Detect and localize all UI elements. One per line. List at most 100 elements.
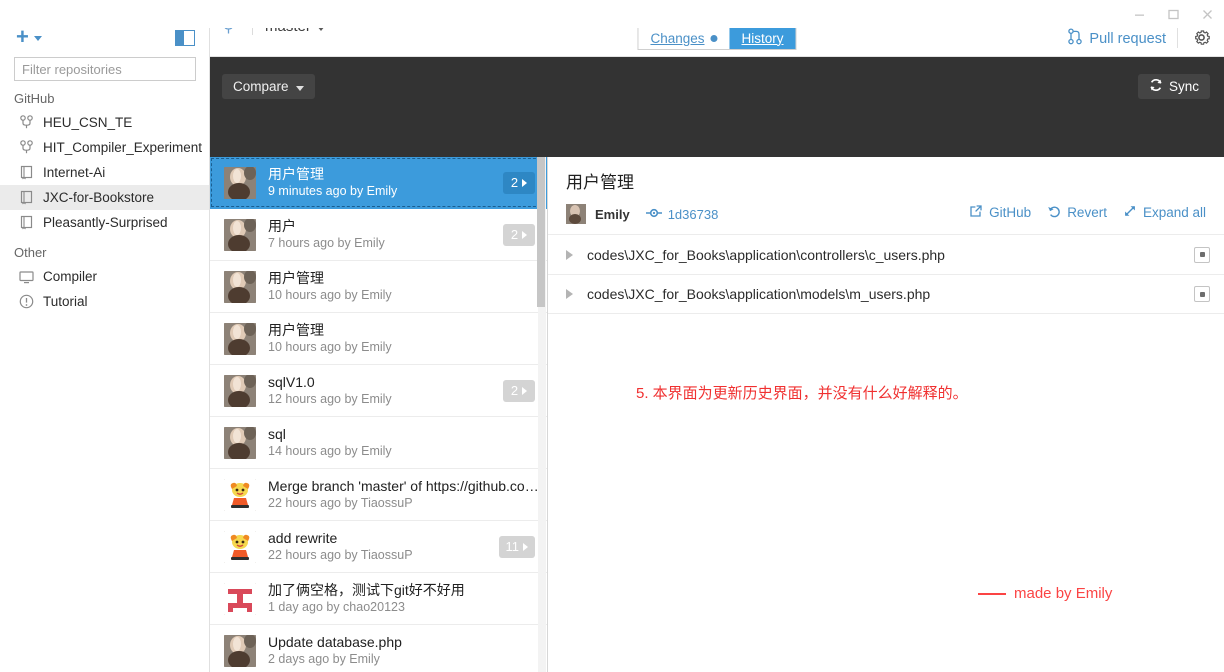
commit-list-item[interactable]: 加了俩空格，测试下git好不好用 1 day ago by chao20123: [210, 573, 547, 625]
sync-icon: [1149, 78, 1163, 95]
avatar: [224, 218, 256, 251]
commit-summary: 用户管理: [268, 322, 324, 338]
maximize-icon[interactable]: [1156, 0, 1190, 28]
repo-icon: [18, 214, 35, 231]
tab-changes[interactable]: Changes: [638, 27, 730, 49]
plus-icon: +: [16, 24, 29, 49]
chevron-right-icon: [522, 178, 528, 187]
sidebar-item-compiler[interactable]: Compiler: [0, 264, 209, 289]
sidebar-item-internet-ai[interactable]: Internet-Ai: [0, 160, 209, 185]
changes-indicator-dot: [710, 34, 718, 42]
commit-summary: 用户管理: [268, 166, 324, 182]
changed-files-badge[interactable]: 2: [503, 379, 535, 402]
external-link-icon: [969, 204, 983, 221]
add-repository-button[interactable]: +: [16, 24, 42, 49]
changed-files-count: 2: [510, 383, 519, 398]
commit-list-item[interactable]: 用户 7 hours ago by Emily 2: [210, 209, 547, 261]
revert-label: Revert: [1067, 205, 1107, 220]
pull-request-button[interactable]: Pull request: [1068, 28, 1166, 49]
changed-file-row[interactable]: codes\JXC_for_Books\application\controll…: [548, 234, 1224, 274]
avatar: [224, 634, 256, 667]
commit-list[interactable]: 用户管理 9 minutes ago by Emily 2 用户 7 hours ago…: [210, 157, 548, 672]
commit-list-scrollbar-thumb[interactable]: [537, 157, 545, 307]
commit-text: 用户管理 9 minutes ago by Emily: [268, 165, 503, 200]
revert-icon: [1047, 204, 1061, 221]
commit-list-scrollbar-track[interactable]: [537, 157, 546, 672]
file-options-button[interactable]: [1194, 246, 1210, 263]
sidebar-item-tutorial[interactable]: Tutorial: [0, 289, 209, 314]
avatar: [224, 582, 256, 615]
changed-files-badge[interactable]: 2: [503, 223, 535, 246]
sidebar-item-jxc-for-bookstore[interactable]: JXC-for-Bookstore: [0, 185, 209, 210]
commit-text: 用户管理 10 hours ago by Emily: [268, 321, 547, 356]
file-options-button[interactable]: [1194, 286, 1210, 302]
expand-all-button[interactable]: Expand all: [1123, 204, 1206, 221]
commit-summary: add rewrite: [268, 530, 338, 546]
chevron-right-icon: [522, 230, 528, 239]
commit-list-item[interactable]: Update database.php 2 days ago by Emily: [210, 625, 547, 672]
pull-request-label: Pull request: [1089, 30, 1166, 47]
commit-detail-header: 用户管理 Emily 1d36738 GitHub Revert Expand …: [548, 157, 1224, 234]
sidebar-item-label: Compiler: [43, 269, 98, 284]
avatar: [224, 374, 256, 407]
commit-text: sql 14 hours ago by Emily: [268, 425, 547, 460]
commit-list-item[interactable]: sql 14 hours ago by Emily: [210, 417, 547, 469]
filter-repositories-input[interactable]: [14, 57, 196, 81]
sidebar-item-label: Tutorial: [43, 294, 88, 309]
title-bar: [0, 0, 1224, 28]
sidebar-item-heu-csn-te[interactable]: HEU_CSN_TE: [0, 110, 209, 135]
revert-button[interactable]: Revert: [1047, 204, 1107, 221]
filter-repositories-wrap: [0, 57, 209, 81]
github-link-label: GitHub: [989, 205, 1032, 220]
sync-button[interactable]: Sync: [1137, 74, 1210, 99]
chevron-right-icon[interactable]: [566, 249, 573, 260]
sidebar-item-pleasantly-surprised[interactable]: Pleasantly-Surprised: [0, 210, 209, 235]
repo-icon: [18, 189, 35, 206]
avatar: [224, 426, 256, 459]
gear-icon[interactable]: [1192, 28, 1212, 48]
commit-meta: 12 hours ago by Emily: [268, 392, 392, 406]
commit-list-item[interactable]: add rewrite 22 hours ago by TiaossuP 11: [210, 521, 547, 573]
monitor-icon: [18, 268, 35, 285]
commit-text: Update database.php 2 days ago by Emily: [268, 633, 547, 668]
commit-meta: 2 days ago by Emily: [268, 652, 380, 666]
chevron-down-icon: [33, 36, 42, 41]
branch-icon: [18, 139, 35, 156]
commit-meta: 22 hours ago by TiaossuP: [268, 496, 413, 510]
annotation-signature: made by Emily: [978, 585, 1112, 602]
changed-file-row[interactable]: codes\JXC_for_Books\application\models\m…: [548, 274, 1224, 314]
close-icon[interactable]: [1190, 0, 1224, 28]
commit-hash-label: 1d36738: [667, 206, 719, 222]
commit-text: 用户 7 hours ago by Emily: [268, 217, 503, 252]
signature-dash: [978, 592, 1006, 595]
github-link[interactable]: GitHub: [969, 204, 1031, 221]
sidebar-item-label: HIT_Compiler_Experiment: [43, 140, 203, 155]
tab-history[interactable]: History: [729, 27, 796, 49]
commit-text: Merge branch 'master' of https://github.…: [268, 477, 547, 512]
chevron-right-icon[interactable]: [566, 289, 573, 299]
changed-files-badge[interactable]: 11: [498, 535, 535, 558]
chevron-right-icon: [523, 542, 528, 551]
sidebar-item-label: Internet-Ai: [43, 165, 106, 180]
repo-group-label-github: GitHub: [14, 91, 55, 106]
minimize-icon[interactable]: [1122, 0, 1156, 28]
chevron-down-icon: [295, 85, 304, 91]
avatar: [224, 322, 256, 355]
avatar: [224, 270, 256, 303]
tab-changes-label: Changes: [650, 30, 705, 46]
changed-files-badge[interactable]: 2: [503, 171, 535, 194]
sidebar-item-hit-compiler-experiment[interactable]: HIT_Compiler_Experiment: [0, 135, 209, 160]
commit-meta: 14 hours ago by Emily: [268, 444, 392, 458]
commit-list-item[interactable]: 用户管理 10 hours ago by Emily: [210, 313, 547, 365]
avatar: [224, 478, 256, 511]
tab-history-label: History: [741, 30, 784, 46]
commit-list-item[interactable]: Merge branch 'master' of https://github.…: [210, 469, 547, 521]
commit-list-item[interactable]: 用户管理 10 hours ago by Emily: [210, 261, 547, 313]
commit-list-item[interactable]: 用户管理 9 minutes ago by Emily 2: [210, 157, 547, 209]
toggle-sidebar-icon[interactable]: [175, 30, 195, 46]
commit-hash[interactable]: 1d36738: [645, 206, 719, 222]
changed-files-count: 2: [510, 227, 519, 242]
compare-button[interactable]: Compare: [222, 74, 315, 99]
commit-meta: 10 hours ago by Emily: [268, 288, 392, 302]
commit-list-item[interactable]: sqlV1.0 12 hours ago by Emily 2: [210, 365, 547, 417]
